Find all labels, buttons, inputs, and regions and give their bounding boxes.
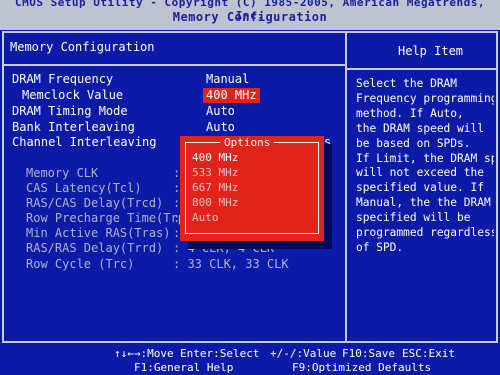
info-row-cycle-value: : 33 CLK, 33 CLK xyxy=(173,257,289,271)
info-memory-clk-label: Memory CLK xyxy=(26,166,99,180)
setting-memclock-label[interactable]: Memclock Value xyxy=(22,88,123,102)
help-divider xyxy=(347,68,497,70)
option-auto[interactable]: Auto xyxy=(192,211,219,224)
key-optimized-defaults: F9:Optimized Defaults xyxy=(292,361,432,374)
help-line: method. If Auto, xyxy=(356,106,464,120)
option-400mhz[interactable]: 400 MHz xyxy=(192,151,238,164)
option-667mhz[interactable]: 667 MHz xyxy=(192,181,238,194)
info-row-precharge-label: Row Precharge Time(Trp) xyxy=(26,211,193,225)
key-general-help: F1:General Help xyxy=(134,361,234,374)
panel-divider xyxy=(345,33,347,343)
info-ras-ras-label: RAS/RAS Delay(Trrd) xyxy=(26,241,164,255)
info-cas-latency-label: CAS Latency(Tcl) xyxy=(26,181,142,195)
setting-dram-timing-label[interactable]: DRAM Timing Mode xyxy=(12,104,128,118)
help-line: specified will be xyxy=(356,211,471,225)
info-ras-ras-value: : 4 CLK, 4 CLK xyxy=(173,241,275,255)
key-exit: ESC:Exit xyxy=(402,347,455,360)
help-text: Select the DRAM Frequency programming me… xyxy=(356,77,494,256)
help-line: If Limit, the DRAM spe xyxy=(356,151,494,165)
setting-dram-frequency-label[interactable]: DRAM Frequency xyxy=(12,72,113,86)
options-popup-title: Options xyxy=(220,136,275,149)
help-line: Manual, the the DRAM s xyxy=(356,196,494,210)
help-line: will not exceed the xyxy=(356,166,484,180)
info-ras-cas-label: RAS/CAS Delay(Trcd) xyxy=(26,196,164,210)
help-line: programmed regardless xyxy=(356,226,494,240)
key-select: Enter:Select xyxy=(180,347,260,360)
help-line: Frequency programming xyxy=(356,91,494,105)
screen-title: Memory Configuration xyxy=(172,10,328,24)
option-533mhz[interactable]: 533 MHz xyxy=(192,166,238,179)
title-bar: CMOS Setup Utility - Copyright (C) 1985-… xyxy=(0,0,500,30)
info-row-cycle-label: Row Cycle (Trc) xyxy=(26,257,135,271)
key-save: F10:Save xyxy=(342,347,395,360)
help-line: of SPD. xyxy=(356,240,404,254)
section-divider xyxy=(2,64,345,66)
help-line: Select the DRAM xyxy=(356,77,458,90)
options-popup: Options 400 MHz 533 MHz 667 MHz 800 MHz … xyxy=(180,136,324,241)
setting-dram-frequency-value[interactable]: Manual xyxy=(206,72,249,86)
help-line: be based on SPDs. xyxy=(356,136,471,150)
info-min-active-ras-label: Min Active RAS(Tras) xyxy=(26,226,171,240)
setting-channel-interleaving-value[interactable]: s xyxy=(324,135,331,149)
help-line: specified value. If xyxy=(356,181,484,195)
key-value: +/-/:Value xyxy=(270,347,337,360)
setting-bank-interleaving-value[interactable]: Auto xyxy=(206,120,235,134)
key-move: ↑↓←→:Move xyxy=(114,347,174,360)
key-legend: ↑↓←→:Move Enter:Select +/-/:Value F10:Sa… xyxy=(0,343,500,375)
help-title: Help Item xyxy=(398,44,464,58)
setting-channel-interleaving-label[interactable]: Channel Interleaving xyxy=(12,135,157,149)
setting-dram-timing-value[interactable]: Auto xyxy=(206,104,235,118)
help-line: the DRAM speed will xyxy=(356,121,484,135)
setting-memclock-value[interactable]: 400 MHz xyxy=(203,88,260,103)
setting-bank-interleaving-label[interactable]: Bank Interleaving xyxy=(12,120,135,134)
option-800mhz[interactable]: 800 MHz xyxy=(192,196,238,209)
section-title: Memory Configuration xyxy=(10,40,155,54)
